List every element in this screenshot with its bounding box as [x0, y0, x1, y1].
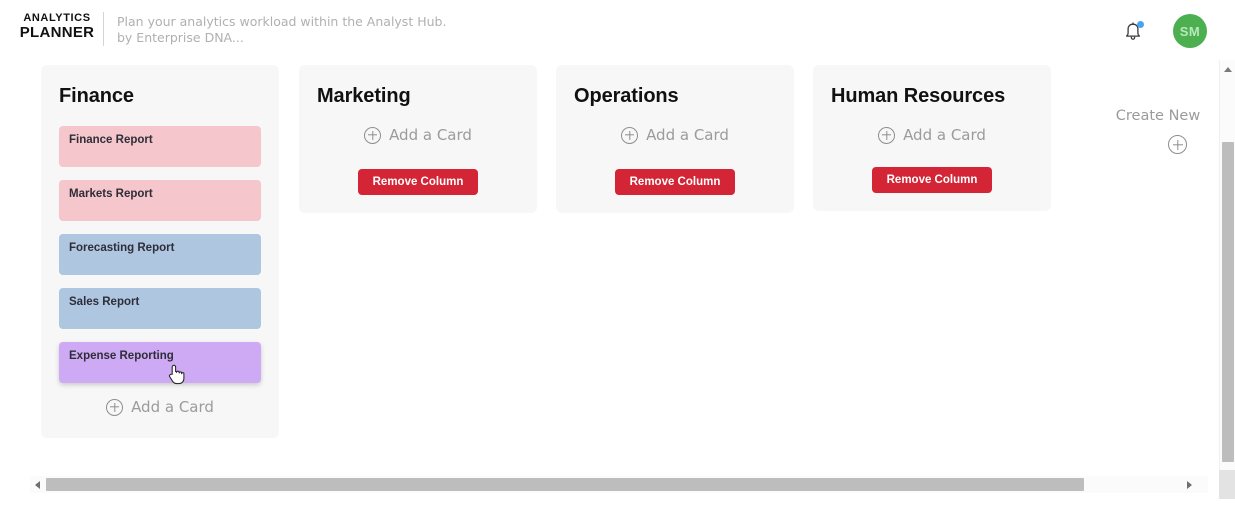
plus-circle-icon	[106, 398, 124, 416]
card-label: Forecasting Report	[69, 242, 175, 254]
chevron-left-icon	[34, 480, 40, 489]
scrollbar-corner	[1219, 470, 1235, 499]
scroll-left-arrow-icon[interactable]	[30, 476, 44, 493]
card-label: Sales Report	[69, 296, 140, 308]
column-title: Operations	[574, 85, 679, 107]
header-divider	[103, 12, 104, 46]
tagline-line-2: by Enterprise DNA...	[117, 30, 244, 45]
avatar-initials: SM	[1179, 23, 1201, 39]
bell-icon[interactable]	[1122, 21, 1144, 43]
plus-circle-icon	[1168, 135, 1187, 154]
vertical-scrollbar[interactable]	[1219, 60, 1235, 475]
horizontal-scrollbar-thumb[interactable]	[46, 478, 1084, 491]
chevron-right-icon	[1186, 480, 1192, 489]
board-area: Finance Finance Report Markets Report Fo…	[0, 60, 1208, 480]
remove-column-button[interactable]: Remove Column	[357, 169, 479, 195]
remove-column-button[interactable]: Remove Column	[871, 167, 993, 193]
chevron-up-icon	[1223, 66, 1232, 72]
add-card-label: Add a Card	[131, 398, 214, 416]
column-marketing: Marketing Add a Card Remove Column	[299, 65, 537, 213]
add-card-label: Add a Card	[903, 126, 986, 144]
card-sales-report[interactable]: Sales Report	[59, 288, 261, 329]
horizontal-scrollbar[interactable]	[30, 476, 1208, 493]
app-logo[interactable]: ANALYTICS PLANNER	[16, 12, 98, 41]
app-header: ANALYTICS PLANNER Plan your analytics wo…	[0, 0, 1235, 60]
column-title: Marketing	[317, 85, 411, 107]
notification-dot	[1137, 21, 1144, 28]
card-label: Finance Report	[69, 134, 153, 146]
column-title: Human Resources	[831, 85, 1006, 107]
card-label: Expense Reporting	[69, 350, 174, 362]
card-finance-report[interactable]: Finance Report	[59, 126, 261, 167]
scroll-up-arrow-icon[interactable]	[1220, 62, 1235, 76]
add-card-button[interactable]: Add a Card	[574, 126, 776, 144]
card-label: Markets Report	[69, 188, 153, 200]
add-card-button[interactable]: Add a Card	[317, 126, 519, 144]
card-forecasting-report[interactable]: Forecasting Report	[59, 234, 261, 275]
column-human-resources: Human Resources Add a Card Remove Column	[813, 65, 1051, 211]
analytics-planner-app: ANALYTICS PLANNER Plan your analytics wo…	[0, 0, 1235, 505]
column-title: Finance	[59, 85, 134, 107]
plus-circle-icon	[878, 126, 896, 144]
plus-circle-icon	[364, 126, 382, 144]
create-new-label: Create New	[1115, 108, 1201, 124]
card-markets-report[interactable]: Markets Report	[59, 180, 261, 221]
add-card-label: Add a Card	[389, 126, 472, 144]
column-operations: Operations Add a Card Remove Column	[556, 65, 794, 213]
card-expense-reporting[interactable]: Expense Reporting	[59, 342, 261, 383]
add-card-button[interactable]: Add a Card	[59, 398, 261, 416]
add-card-label: Add a Card	[646, 126, 729, 144]
plus-circle-icon	[621, 126, 639, 144]
tagline-line-1: Plan your analytics workload within the …	[117, 14, 447, 29]
column-finance: Finance Finance Report Markets Report Fo…	[41, 65, 279, 438]
app-tagline: Plan your analytics workload within the …	[117, 14, 446, 46]
avatar[interactable]: SM	[1173, 14, 1207, 48]
vertical-scrollbar-thumb[interactable]	[1222, 142, 1234, 462]
scroll-right-arrow-icon[interactable]	[1182, 476, 1196, 493]
create-new-column-button[interactable]: Create New	[1106, 108, 1210, 154]
add-card-button[interactable]: Add a Card	[831, 126, 1033, 144]
logo-top-text: ANALYTICS	[23, 12, 91, 24]
remove-column-button[interactable]: Remove Column	[614, 169, 736, 195]
logo-bottom-text: PLANNER	[19, 24, 95, 41]
